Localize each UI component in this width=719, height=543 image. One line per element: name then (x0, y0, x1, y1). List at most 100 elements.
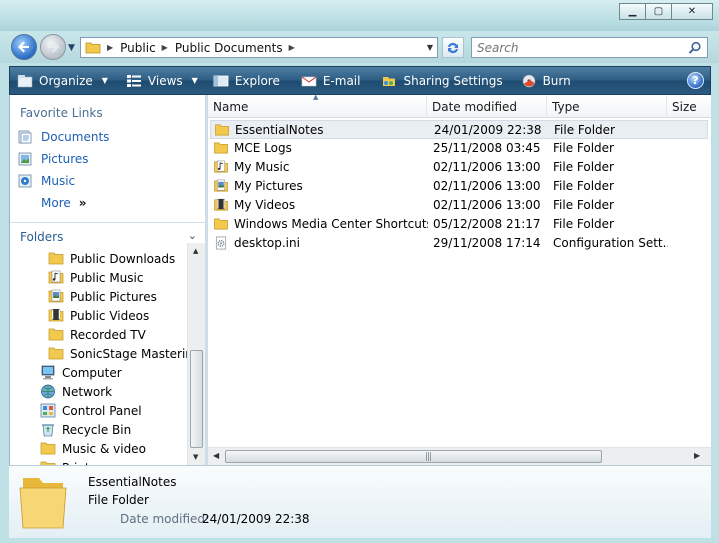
file-type-cell: File Folder (553, 179, 614, 193)
address-dropdown-icon[interactable]: ▼ (427, 43, 433, 52)
music-folder-icon (214, 160, 228, 173)
file-row[interactable]: My Pictures 02/11/2006 13:00 File Folder (210, 177, 708, 196)
folder-tree-scrollbar[interactable]: ▲ ▼ (187, 243, 205, 465)
file-row[interactable]: My Music 02/11/2006 13:00 File Folder (210, 158, 708, 177)
folder-icon (215, 124, 229, 136)
network-icon (41, 384, 55, 399)
tree-item[interactable]: Recorded TV (48, 327, 146, 342)
tree-item-label: SonicStage Mastering (70, 346, 188, 361)
tree-item-label: Public Videos (70, 308, 150, 323)
search-icon[interactable] (688, 41, 702, 55)
folder-tree: Public Downloads Public Music Public Pictu… (10, 248, 188, 465)
email-icon (301, 76, 317, 86)
tree-item[interactable]: Public Videos (48, 308, 149, 323)
tree-item[interactable]: Public Music (48, 270, 143, 285)
favorite-link-music[interactable]: Music (18, 174, 75, 188)
navigation-pane: Favorite Links Documents Pictures Music … (9, 95, 206, 465)
tree-item-label: Control Panel (62, 403, 142, 418)
file-row[interactable]: My Videos 02/11/2006 13:00 File Folder (210, 196, 708, 215)
maximize-button[interactable]: ▢ (645, 3, 672, 20)
pictures-folder-icon (214, 179, 228, 192)
tree-item[interactable]: Music & video (40, 441, 146, 456)
email-label: E-mail (322, 73, 361, 88)
scroll-right-icon[interactable]: ▶ (694, 451, 700, 460)
file-row[interactable]: desktop.ini 29/11/2008 17:14 Configuration… (210, 234, 708, 253)
recent-pages-dropdown[interactable]: ▼ (68, 43, 75, 53)
file-row[interactable]: EssentialNotes 24/01/2009 22:38 File Folde… (210, 120, 708, 139)
grip-icon: ||| (425, 452, 432, 462)
organize-dropdown-icon: ▼ (101, 76, 108, 85)
more-links-button[interactable]: More » (41, 196, 87, 210)
column-header-label: Size (672, 99, 697, 114)
file-row[interactable]: MCE Logs 25/11/2008 03:45 File Folder (210, 139, 708, 158)
tree-item-label: Public Pictures (70, 289, 157, 304)
favorite-links-header: Favorite Links (20, 106, 103, 120)
file-name-cell: Windows Media Center Shortcuts (213, 217, 428, 231)
breadcrumb-public[interactable]: Public (120, 41, 156, 55)
scrollbar-thumb[interactable]: ||| (225, 450, 602, 463)
file-date-cell: 02/11/2006 13:00 (433, 179, 541, 193)
favorite-link-label: Music (41, 174, 76, 188)
tree-item[interactable]: Control Panel (40, 403, 142, 418)
views-dropdown-icon: ▼ (191, 76, 198, 85)
column-header-date[interactable]: Date modified (427, 95, 547, 118)
burn-button[interactable]: Burn (515, 67, 577, 94)
column-header-label: Name (213, 99, 249, 114)
scroll-down-icon[interactable]: ▼ (193, 453, 198, 461)
breadcrumb-separator-icon[interactable]: ▶ (289, 43, 295, 52)
email-button[interactable]: E-mail (295, 67, 367, 94)
search-input[interactable] (477, 40, 687, 55)
column-header-type[interactable]: Type (547, 95, 667, 118)
tree-item[interactable]: Computer (40, 365, 122, 380)
details-date-value: 24/01/2009 22:38 (202, 512, 310, 526)
command-bar: Organize ▼ Views ▼ Explore E-mail Sharin… (9, 66, 711, 95)
close-button[interactable]: ✕ (671, 3, 713, 20)
scrollbar-thumb[interactable] (190, 350, 203, 448)
column-header-row: ▲ Name Date modified Type Size (208, 95, 711, 118)
file-type-cell: File Folder (554, 123, 615, 137)
chevron-down-icon[interactable]: ⌄ (188, 229, 197, 242)
organize-icon (17, 74, 33, 87)
views-label: Views (147, 73, 183, 88)
tree-item[interactable]: Network (40, 384, 112, 399)
navigation-bar: ▼ ▶ Public ▶ Public Documents ▶ ▼ (0, 31, 719, 63)
refresh-button[interactable] (442, 37, 464, 58)
videos-folder-icon (48, 309, 64, 322)
more-label: More (41, 196, 71, 210)
views-button[interactable]: Views ▼ (120, 67, 204, 94)
organize-button[interactable]: Organize ▼ (10, 67, 114, 94)
scroll-up-icon[interactable]: ▲ (193, 247, 198, 255)
forward-button[interactable] (40, 34, 66, 60)
minimize-button[interactable]: ▁ (619, 3, 646, 20)
explore-button[interactable]: Explore (207, 67, 286, 94)
file-row[interactable]: Windows Media Center Shortcuts 05/12/2008… (210, 215, 708, 234)
column-header-size[interactable]: Size (667, 95, 711, 118)
search-box[interactable] (471, 37, 708, 58)
back-button[interactable] (11, 34, 37, 60)
file-list-horizontal-scrollbar[interactable]: ◀ ||| ▶ (208, 447, 711, 465)
tree-item[interactable]: Public Pictures (48, 289, 157, 304)
tree-item[interactable]: Public Downloads (48, 251, 175, 266)
settings-file-icon (215, 236, 227, 250)
folders-header[interactable]: Folders (20, 230, 63, 244)
breadcrumb-separator-icon[interactable]: ▶ (107, 43, 113, 52)
column-header-name[interactable]: ▲ Name (208, 95, 427, 118)
file-name: My Videos (234, 198, 296, 212)
double-chevron-icon: » (78, 196, 87, 210)
tree-item[interactable]: Recycle Bin (40, 422, 131, 437)
tree-item-label: Recorded TV (70, 327, 146, 342)
details-pane: EssentialNotes File Folder Date modified… (9, 465, 711, 538)
breadcrumb-separator-icon[interactable]: ▶ (162, 43, 168, 52)
close-icon: ✕ (687, 6, 697, 17)
tree-item[interactable]: SonicStage Mastering (48, 346, 188, 361)
file-date-cell: 29/11/2008 17:14 (433, 236, 541, 250)
scroll-left-icon[interactable]: ◀ (213, 451, 219, 460)
favorite-link-documents[interactable]: Documents (18, 130, 109, 144)
address-bar[interactable]: ▶ Public ▶ Public Documents ▶ ▼ (80, 37, 438, 58)
sharing-settings-button[interactable]: Sharing Settings (375, 67, 508, 94)
favorite-link-pictures[interactable]: Pictures (18, 152, 89, 166)
breadcrumb-public-documents[interactable]: Public Documents (175, 41, 283, 55)
help-button[interactable]: ? (687, 72, 704, 89)
column-header-label: Type (552, 99, 580, 114)
file-name: My Pictures (234, 179, 303, 193)
